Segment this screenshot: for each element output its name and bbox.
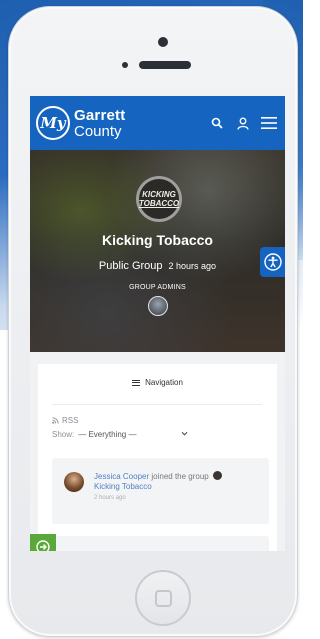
activity-filter-row: Show: — Everything — (52, 430, 188, 439)
group-avatar-line-1: KICKING (142, 189, 176, 199)
activity-timestamp: 2 hours ago (94, 495, 126, 501)
phone-home-button (135, 570, 191, 626)
user-avatar[interactable] (64, 472, 84, 492)
activity-item: Jessica Cooper joined the group Kicking … (52, 458, 269, 524)
admin-avatar[interactable] (148, 296, 168, 316)
rss-label: RSS (62, 416, 79, 425)
search-icon[interactable] (209, 115, 225, 131)
show-label: Show: (52, 430, 75, 439)
site-logo-mark[interactable]: My (36, 106, 70, 140)
header-actions (209, 115, 279, 131)
activity-text: Jessica Cooper joined the group Kicking … (94, 471, 264, 492)
group-cover-image: KICKING TOBACCO Kicking Tobacco Public G… (30, 150, 285, 352)
group-admins-label: GROUP ADMINS (129, 284, 186, 291)
site-logo-text[interactable]: Garrett County (74, 108, 125, 139)
group-type: Public Group (98, 260, 163, 272)
group-content-card: Navigation RSS Show: — Everything — Jess… (38, 364, 277, 551)
logo-line-1: Garrett (74, 106, 126, 124)
user-icon[interactable] (235, 115, 251, 131)
group-avatar[interactable]: KICKING TOBACCO (136, 176, 182, 222)
rss-link[interactable]: RSS (52, 416, 78, 425)
phone-screen: My Garrett County KICKING TOBACCO Kickin… (30, 96, 285, 551)
group-mini-avatar[interactable] (213, 471, 222, 480)
phone-speaker (139, 61, 191, 69)
group-title: Kicking Tobacco (102, 232, 213, 248)
chevron-down-icon (181, 431, 188, 436)
group-avatar-line-2: TOBACCO (138, 198, 180, 208)
navigation-toggle[interactable]: Navigation (38, 378, 277, 387)
group-last-active: 2 hours ago (168, 261, 217, 271)
phone-camera (158, 37, 168, 47)
logo-line-2: County (74, 122, 122, 140)
accessibility-widget-button[interactable] (30, 534, 56, 551)
activity-group-link[interactable]: Kicking Tobacco (94, 482, 152, 491)
activity-action: joined the group (151, 472, 209, 481)
menu-icon (132, 379, 141, 386)
phone-sensor (122, 62, 128, 68)
accessibility-icon (263, 253, 282, 271)
activity-item (52, 536, 269, 551)
divider (52, 404, 262, 405)
group-meta: Public Group 2 hours ago (30, 256, 285, 274)
accessibility-toolbar-button[interactable] (260, 247, 285, 277)
navigation-label: Navigation (145, 378, 183, 387)
rss-icon (52, 417, 59, 424)
activity-filter-select[interactable]: — Everything — (78, 430, 188, 439)
hamburger-menu-icon[interactable] (261, 115, 277, 131)
site-header: My Garrett County (30, 96, 285, 150)
activity-filter-value: — Everything — (78, 430, 137, 439)
arrow-circle-icon (36, 540, 50, 551)
activity-user-link[interactable]: Jessica Cooper (94, 472, 149, 481)
